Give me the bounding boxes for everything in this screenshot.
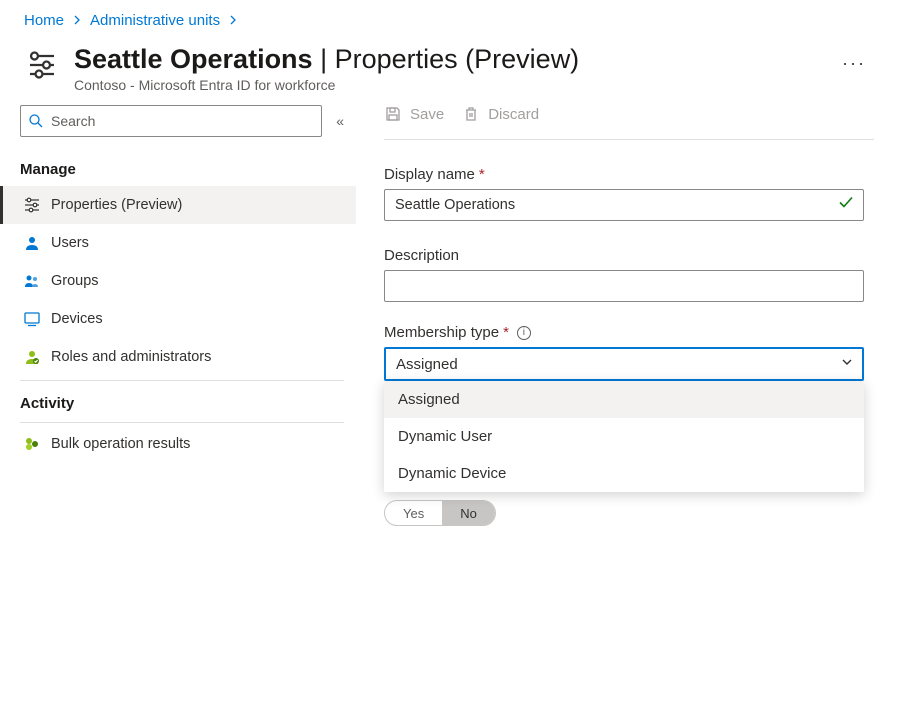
nav-item-label: Devices [51, 311, 103, 327]
discard-button[interactable]: Discard [462, 105, 539, 123]
toggle-yes[interactable]: Yes [385, 501, 442, 525]
breadcrumb-home[interactable]: Home [24, 12, 64, 29]
display-name-input[interactable] [384, 189, 864, 221]
bulk-icon [23, 435, 41, 453]
page-title: Seattle Operations | Properties (Preview… [74, 43, 820, 75]
display-name-label: Display name * [384, 166, 874, 183]
breadcrumb-admin-units[interactable]: Administrative units [90, 12, 220, 29]
nav-item-roles[interactable]: Roles and administrators [0, 338, 356, 376]
admin-icon [23, 348, 41, 366]
membership-type-select[interactable]: Assigned [384, 347, 864, 381]
description-label: Description [384, 247, 874, 264]
membership-type-label: Membership type * i [384, 324, 874, 341]
nav-item-label: Groups [51, 273, 99, 289]
nav-item-bulk[interactable]: Bulk operation results [0, 425, 356, 463]
user-icon [23, 234, 41, 252]
nav-item-groups[interactable]: Groups [0, 262, 356, 300]
chevron-right-icon [72, 12, 82, 29]
trash-icon [462, 105, 480, 123]
description-input[interactable] [384, 270, 864, 302]
chevron-right-icon [228, 12, 238, 29]
nav-section-manage: Manage [20, 153, 344, 186]
collapse-sidebar-button[interactable]: « [336, 113, 344, 129]
check-icon [838, 195, 854, 216]
nav-item-users[interactable]: Users [0, 224, 356, 262]
search-icon [28, 113, 44, 129]
main-content: Save Discard Display name * [356, 101, 898, 538]
chevron-down-icon [840, 355, 854, 373]
dropdown-item-assigned[interactable]: Assigned [384, 381, 864, 418]
save-button[interactable]: Save [384, 105, 444, 123]
membership-type-dropdown: Assigned Dynamic User Dynamic Device [384, 381, 864, 492]
info-icon[interactable]: i [517, 326, 531, 340]
nav-item-properties[interactable]: Properties (Preview) [0, 186, 356, 224]
toolbar: Save Discard [384, 105, 874, 140]
nav-item-devices[interactable]: Devices [0, 300, 356, 338]
nav-item-label: Users [51, 235, 89, 251]
page-subtitle: Contoso - Microsoft Entra ID for workfor… [74, 77, 820, 93]
sidebar: « Manage Properties (Preview) [0, 101, 356, 538]
nav-item-label: Properties (Preview) [51, 197, 182, 213]
sliders-icon [23, 196, 41, 214]
nav-item-label: Bulk operation results [51, 436, 190, 452]
dropdown-item-dynamic-device[interactable]: Dynamic Device [384, 455, 864, 492]
restricted-toggle[interactable]: Yes No [384, 500, 496, 526]
group-icon [23, 272, 41, 290]
admin-unit-icon [24, 47, 60, 83]
dropdown-item-dynamic-user[interactable]: Dynamic User [384, 418, 864, 455]
nav-item-label: Roles and administrators [51, 349, 211, 365]
breadcrumb: Home Administrative units [0, 0, 898, 37]
device-icon [23, 310, 41, 328]
more-actions-button[interactable]: ··· [834, 49, 874, 78]
toggle-no[interactable]: No [442, 501, 495, 525]
save-icon [384, 105, 402, 123]
nav-section-activity: Activity [20, 387, 344, 423]
page-header: Seattle Operations | Properties (Preview… [0, 37, 898, 101]
search-input[interactable] [20, 105, 322, 137]
